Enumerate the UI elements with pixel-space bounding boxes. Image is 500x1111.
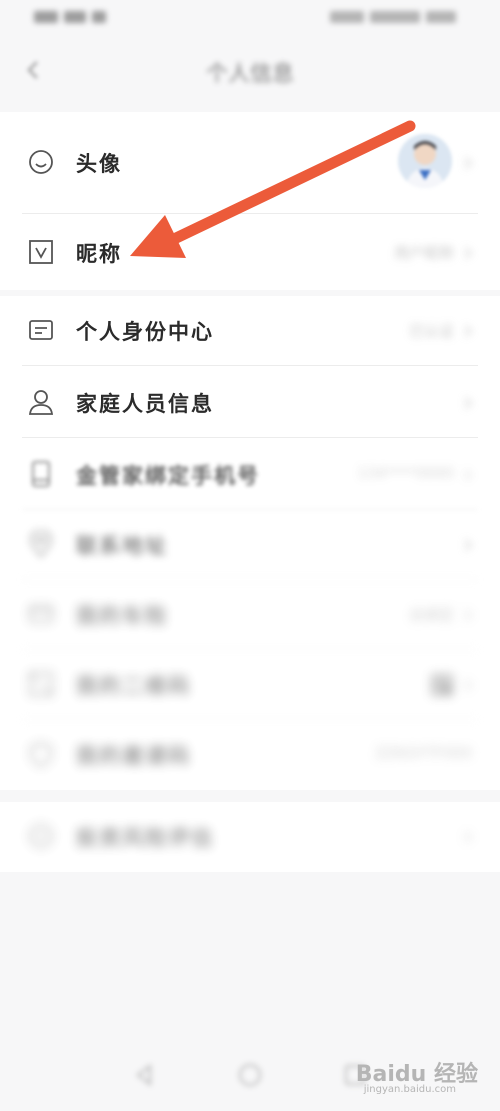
- avatar-row[interactable]: 头像: [0, 112, 500, 214]
- row-label-phone: 金管家绑定手机号: [76, 464, 260, 488]
- chevron-right-icon: [464, 831, 473, 843]
- row-label-address: 联系地址: [76, 534, 168, 558]
- risk-card: 投资风险评估: [0, 802, 500, 872]
- smile-icon: [29, 150, 53, 174]
- location-icon: [30, 530, 52, 558]
- chevron-right-icon: [464, 539, 473, 551]
- chevron-right-icon: [464, 157, 473, 169]
- status-bar: [0, 0, 500, 36]
- id-center-row[interactable]: 个人身份中心 已认证: [0, 296, 500, 366]
- chevron-right-icon: [464, 469, 473, 481]
- nickname-value: 用户昵称: [393, 244, 454, 262]
- nickname-row[interactable]: 昵称 用户昵称: [0, 214, 500, 290]
- qrcode-icon: [29, 672, 53, 696]
- nav-back-icon[interactable]: [132, 1062, 158, 1088]
- car-icon: [29, 605, 53, 623]
- qrcode-thumbnail-icon: [431, 674, 453, 696]
- info-card: 个人身份中心 已认证 家庭人员信息 金管家绑定手机号 134****0000 联…: [0, 296, 500, 790]
- chevron-right-icon: [464, 397, 473, 409]
- address-row[interactable]: 联系地址: [0, 510, 500, 580]
- row-label-nickname: 昵称: [76, 242, 122, 266]
- battery-icon: [330, 9, 460, 25]
- invite-code-row[interactable]: 我的邀请码 ZZKGYTF000: [0, 720, 500, 790]
- phone-value: 134****0000: [357, 464, 454, 482]
- signal-icon: [34, 9, 112, 25]
- row-label-qrcode: 我的二维码: [76, 674, 191, 698]
- car-insurance-value: 去绑定: [408, 606, 454, 624]
- phone-row[interactable]: 金管家绑定手机号 134****0000: [0, 438, 500, 510]
- nav-home-icon[interactable]: [237, 1062, 263, 1088]
- shield-icon: [30, 742, 52, 767]
- id-card-icon: [29, 320, 53, 340]
- car-insurance-row[interactable]: 我的车险 去绑定: [0, 580, 500, 650]
- profile-card: 头像 昵称 用户昵称: [0, 112, 500, 290]
- assessment-icon: [29, 824, 53, 848]
- chevron-right-icon: [464, 679, 473, 691]
- chevron-right-icon: [464, 325, 473, 337]
- phone-icon: [32, 461, 50, 487]
- person-icon: [28, 390, 54, 415]
- family-row[interactable]: 家庭人员信息: [0, 366, 500, 438]
- nickname-icon: [29, 240, 53, 264]
- row-label-risk-assessment: 投资风险评估: [76, 826, 214, 850]
- row-label-avatar: 头像: [76, 152, 122, 176]
- row-label-invite-code: 我的邀请码: [76, 744, 191, 768]
- id-center-value: 已认证: [408, 322, 454, 340]
- risk-assessment-row[interactable]: 投资风险评估: [0, 802, 500, 872]
- qrcode-row[interactable]: 我的二维码: [0, 650, 500, 720]
- row-label-car-insurance: 我的车险: [76, 604, 168, 628]
- chevron-right-icon: [464, 609, 473, 621]
- row-label-id-center: 个人身份中心: [76, 320, 214, 344]
- row-label-family: 家庭人员信息: [76, 392, 214, 416]
- chevron-right-icon: [464, 247, 473, 259]
- page-title: 个人信息: [205, 62, 294, 87]
- invite-code-value: ZZKGYTF000: [375, 744, 472, 762]
- header: 个人信息: [0, 40, 500, 100]
- avatar[interactable]: [398, 134, 452, 188]
- baidu-watermark-url: jingyan.baidu.com: [363, 1084, 456, 1095]
